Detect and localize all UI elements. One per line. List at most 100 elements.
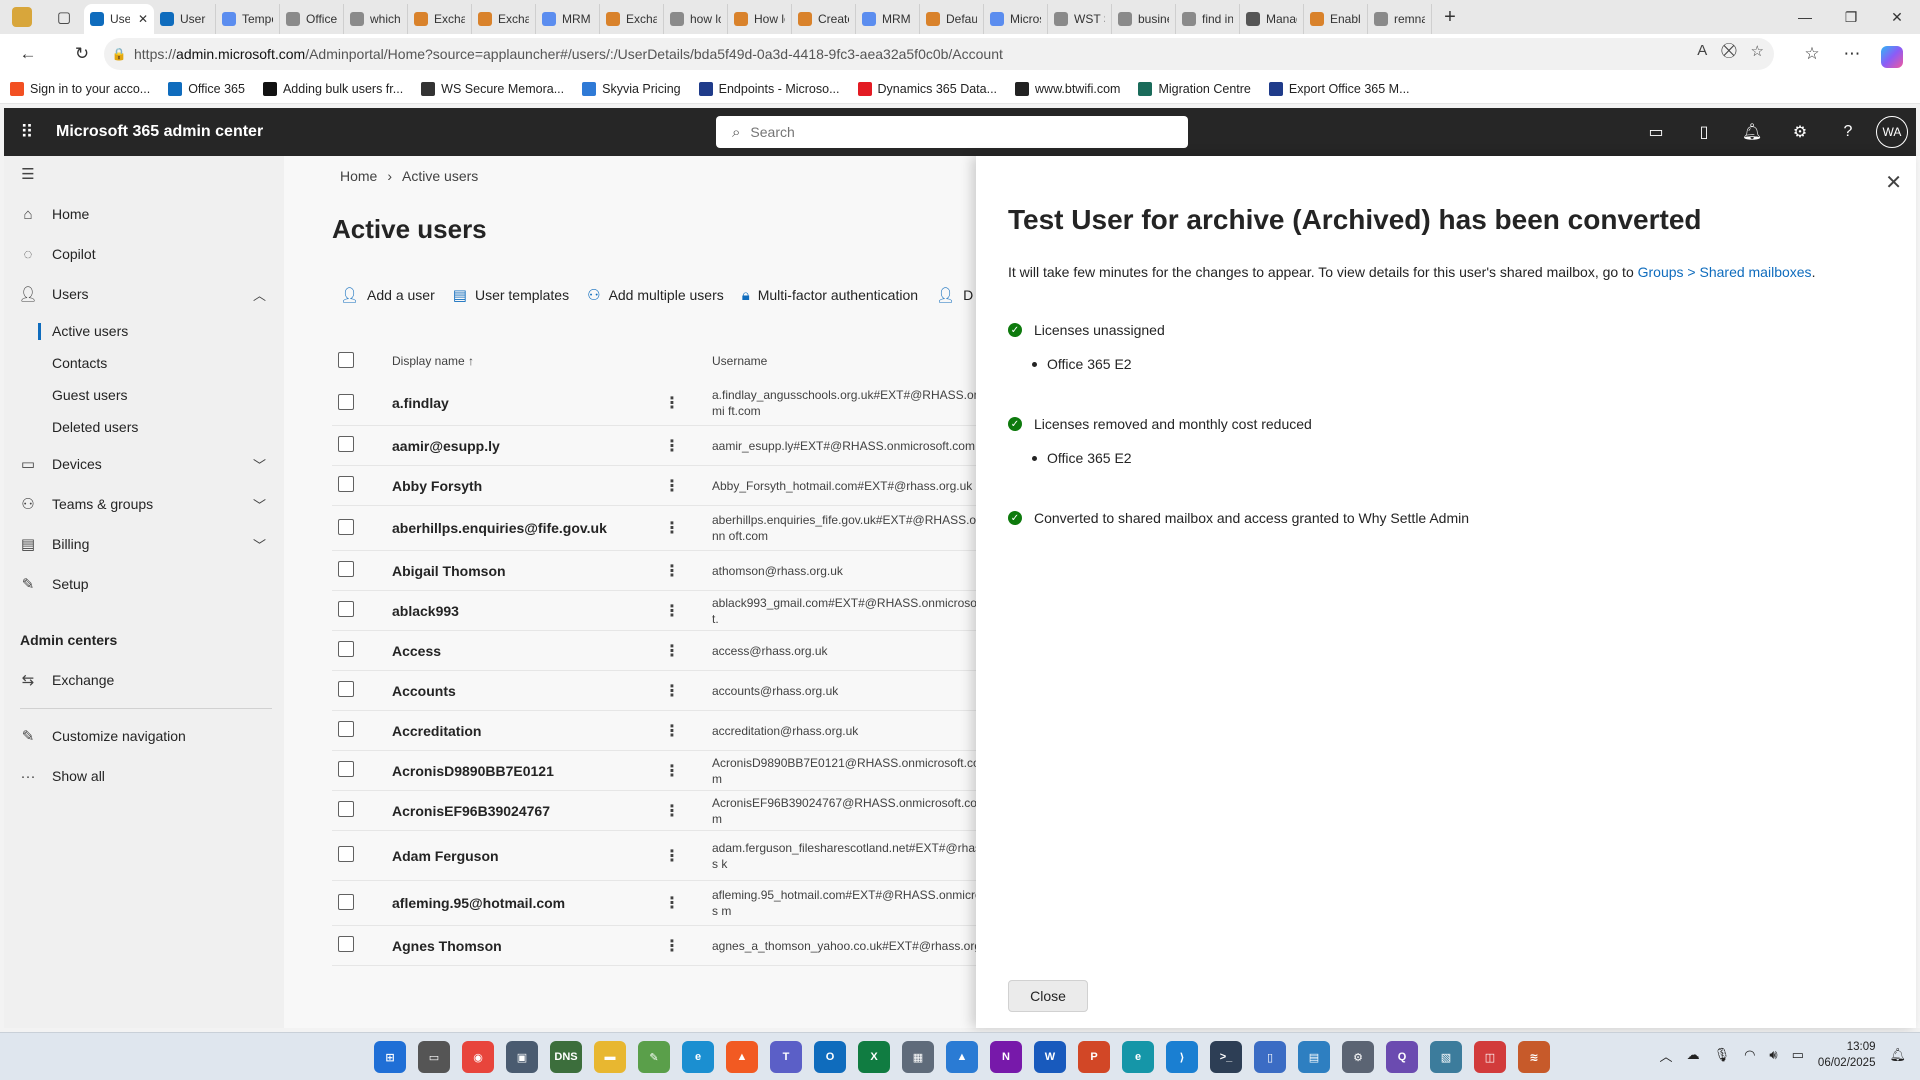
browser-tab[interactable]: remnan [1368,4,1432,34]
copilot-icon[interactable] [1874,38,1910,70]
row-checkbox[interactable] [338,518,354,535]
user-display-name[interactable]: aamir@esupp.ly [392,438,500,454]
add-user-button[interactable]: 👤︎ Add a user [340,286,435,304]
bookmark-item[interactable]: Office 365 [168,81,245,96]
nav-item-copilot[interactable]: ◌ Copilot [4,236,284,272]
row-checkbox[interactable] [338,436,354,452]
edge-dev-taskbar-icon[interactable]: e [1122,1041,1154,1073]
user-display-name[interactable]: afleming.95@hotmail.com [392,895,565,911]
nav-item-users[interactable]: 👤︎ Users ︿ [4,276,284,312]
wifi-icon[interactable]: ◠ [1744,1047,1755,1063]
close-icon[interactable]: ✕ [1885,170,1902,195]
favorite-star-icon[interactable]: ☆ [1751,42,1764,60]
user-display-name[interactable]: a.findlay [392,395,449,411]
task-view-taskbar-icon[interactable]: ▭ [418,1041,450,1073]
tab-actions-icon[interactable]: ▢ [44,0,84,34]
row-checkbox[interactable] [338,601,354,617]
bookmark-item[interactable]: Sign in to your acco... [10,81,150,96]
row-checkbox[interactable] [338,846,354,862]
browser-tab[interactable]: Default [920,4,984,34]
terminal-taskbar-icon[interactable]: >_ [1210,1041,1242,1073]
more-actions-icon[interactable]: ⋮ [664,761,680,781]
search-box[interactable]: ⌕ [716,116,1188,148]
shopping-icon[interactable]: ⛒ [1721,42,1736,60]
rdp-taskbar-icon[interactable]: ▤ [1298,1041,1330,1073]
word-taskbar-icon[interactable]: W [1034,1041,1066,1073]
browser-tab[interactable]: WST Se [1048,4,1112,34]
chrome-taskbar-icon[interactable]: ◉ [462,1041,494,1073]
user-display-name[interactable]: AcronisD9890BB7E0121 [392,763,554,779]
row-checkbox[interactable] [338,893,354,910]
bookmark-item[interactable]: Migration Centre [1138,81,1251,96]
mfa-button[interactable]: 🔒︎ Multi-factor authentication [742,286,918,304]
more-actions-icon[interactable]: ⋮ [664,561,680,581]
browser-tab[interactable]: User De [154,4,216,34]
nav-collapse-button[interactable]: ☰ [4,156,284,192]
nav-subitem-contacts[interactable]: Contacts [4,348,284,378]
row-checkbox[interactable] [338,936,354,952]
add-multiple-users-button[interactable]: ⚇ Add multiple users [587,286,724,304]
more-actions-icon[interactable]: ⋮ [664,681,680,701]
row-checkbox[interactable] [338,476,354,492]
user-display-name[interactable]: Abby Forsyth [392,478,482,494]
browser-tab[interactable]: which li [344,4,408,34]
breadcrumb-home[interactable]: Home [340,168,377,184]
nav-item-teams-groups[interactable]: ⚇ Teams & groups ﹀ [4,486,284,522]
select-all-checkbox[interactable] [338,351,354,368]
photos-taskbar-icon[interactable]: ▲ [946,1041,978,1073]
onenote-taskbar-icon[interactable]: N [990,1041,1022,1073]
nav-item-home[interactable]: ⌂ Home [4,196,284,232]
close-window-icon[interactable]: ✕ [1874,0,1920,34]
nav-item-exchange[interactable]: ⇆ Exchange [4,662,284,698]
chevron-up-icon[interactable]: ︿ [253,285,266,304]
nav-item-devices[interactable]: ▭ Devices ﹀ [4,446,284,482]
more-actions-icon[interactable]: ⋮ [664,936,680,956]
user-display-name[interactable]: Abigail Thomson [392,563,506,579]
avatar[interactable]: WA [1876,116,1908,148]
nav-item-show-all[interactable]: ··· Show all [4,758,284,794]
gear-icon[interactable]: ⚙ [1776,108,1824,156]
more-actions-icon[interactable]: ⋮ [664,518,680,538]
chevron-up-icon[interactable]: ︿ [1660,1046,1673,1065]
start-taskbar-icon[interactable]: ⊞ [374,1041,406,1073]
chevron-down-icon[interactable]: ﹀ [253,455,266,474]
browser-profile-icon[interactable] [0,0,44,34]
browser-tab[interactable]: How lor [728,4,792,34]
bookmark-item[interactable]: Adding bulk users fr... [262,81,403,96]
winrar-taskbar-icon[interactable]: ≋ [1518,1041,1550,1073]
user-display-name[interactable]: ablack993 [392,603,459,619]
excel-taskbar-icon[interactable]: X [858,1041,890,1073]
browser-tab[interactable]: Exchang [600,4,664,34]
powerpoint-taskbar-icon[interactable]: P [1078,1041,1110,1073]
row-checkbox[interactable] [338,801,354,817]
nav-subitem-guest-users[interactable]: Guest users [4,380,284,410]
chevron-down-icon[interactable]: ﹀ [253,495,266,514]
user-templates-button[interactable]: ▤ User templates [453,286,569,304]
browser-tab[interactable]: how lor [664,4,728,34]
more-actions-icon[interactable]: ⋮ [664,893,680,913]
close-tab-icon[interactable]: ✕ [138,12,148,26]
shared-mailboxes-link[interactable]: Groups > Shared mailboxes [1638,264,1812,280]
explorer-taskbar-icon[interactable]: ▬ [594,1041,626,1073]
browser-tab[interactable]: busines [1112,4,1176,34]
vscode-taskbar-icon[interactable]: ⟩ [1166,1041,1198,1073]
phone-taskbar-icon[interactable]: ▯ [1254,1041,1286,1073]
more-actions-icon[interactable]: ⋮ [664,436,680,456]
snip-taskbar-icon[interactable]: ◫ [1474,1041,1506,1073]
app-title[interactable]: Microsoft 365 admin center [56,123,263,141]
column-display-name[interactable]: Display name ↑ [392,354,474,368]
nav-subitem-active-users[interactable]: Active users [4,316,284,346]
battery-icon[interactable]: ▭ [1792,1047,1804,1063]
browser-tab[interactable]: Manage [1240,4,1304,34]
dns-taskbar-icon[interactable]: DNS [550,1041,582,1073]
app-launcher-icon[interactable]: ⠿ [4,108,50,156]
read-aloud-icon[interactable]: A [1697,42,1707,60]
address-bar[interactable]: 🔒 https://admin.microsoft.com/Adminporta… [104,38,1774,70]
bookmark-item[interactable]: Skyvia Pricing [582,81,681,96]
microphone-icon[interactable]: 🎙︎ [1714,1047,1731,1063]
browser-tab[interactable]: MRM R [856,4,920,34]
browser-tab[interactable]: Exchang [408,4,472,34]
nav-item-billing[interactable]: ▤ Billing ﹀ [4,526,284,562]
settings-taskbar-icon[interactable]: ⚙ [1342,1041,1374,1073]
browser-tab[interactable]: Office 3 [280,4,344,34]
